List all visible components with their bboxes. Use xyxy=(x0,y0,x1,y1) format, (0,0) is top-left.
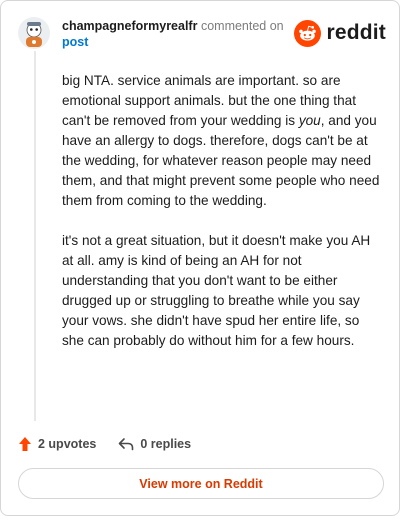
view-more-button[interactable]: View more on Reddit xyxy=(18,468,384,499)
upvote-icon xyxy=(19,437,31,451)
reddit-brand[interactable]: reddit xyxy=(294,19,386,47)
comment-paragraph-2: it's not a great situation, but it doesn… xyxy=(62,233,371,348)
post-link[interactable]: post xyxy=(62,34,302,50)
avatar[interactable] xyxy=(18,17,50,49)
reply-icon xyxy=(119,438,134,451)
thread-line xyxy=(34,51,36,421)
comment-header: champagneformyrealfr commented on post r… xyxy=(18,15,386,55)
reddit-logo-icon xyxy=(294,19,322,47)
comment-footer: 2 upvotes 0 replies xyxy=(18,433,378,455)
upvote-count: 2 upvotes xyxy=(38,437,97,451)
emphasis-text: you xyxy=(298,113,321,128)
brand-wordmark: reddit xyxy=(326,21,386,44)
reply-button[interactable]: 0 replies xyxy=(118,437,191,451)
comment-body: big NTA. service animals are important. … xyxy=(62,71,380,371)
action-text: commented on xyxy=(200,19,284,33)
comment-card: champagneformyrealfr commented on post r… xyxy=(0,0,400,516)
upvote-button[interactable]: 2 upvotes xyxy=(18,436,96,452)
comment-paragraph-1: big NTA. service animals are important. … xyxy=(62,73,380,208)
username[interactable]: champagneformyrealfr xyxy=(62,19,197,33)
reply-count: 0 replies xyxy=(140,437,192,451)
comment-meta: champagneformyrealfr commented on post xyxy=(62,18,302,50)
